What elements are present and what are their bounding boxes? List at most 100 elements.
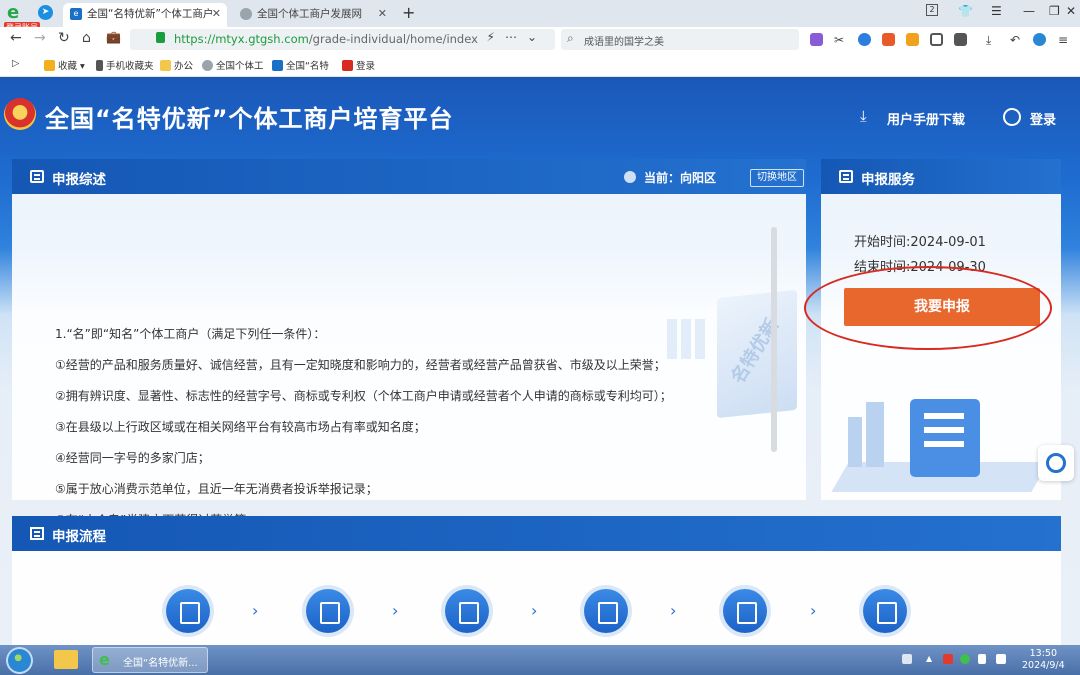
download-icon[interactable]: ⤓ xyxy=(860,107,867,125)
process-title: 申报流程 xyxy=(52,529,106,545)
flow-arrow-icon: › xyxy=(392,601,399,620)
briefcase-icon[interactable]: 💼 xyxy=(106,30,121,44)
windows-taskbar: e 全国“名特优新... ▲ 13:50 2024/9/4 xyxy=(0,645,1080,675)
sidebar-toggle-icon[interactable]: ▷ xyxy=(12,58,19,69)
bookmark-office[interactable]: 办公 xyxy=(160,58,193,72)
close-window-icon[interactable]: ✕ xyxy=(1066,4,1076,18)
service-card-header: 申报服务 xyxy=(821,159,1061,194)
url-text: https://mtyx.gtgsh.com/grade-individual/… xyxy=(174,32,478,46)
tab-gtgsh[interactable]: 全国个体工商户发展网 ✕ xyxy=(233,3,393,27)
manual-download-link[interactable]: 用户手册下载 xyxy=(887,109,965,128)
menu-icon[interactable]: ☰ xyxy=(991,4,1002,18)
system-clock[interactable]: 13:50 2024/9/4 xyxy=(1022,648,1065,672)
home-icon[interactable]: ⌂ xyxy=(82,30,91,46)
tray-app-icon[interactable] xyxy=(943,654,953,664)
undo-icon[interactable]: ↶ xyxy=(1010,33,1023,47)
bookmark-label: 收藏 xyxy=(58,61,78,72)
floating-chat-icon[interactable] xyxy=(1038,445,1074,481)
send-icon[interactable]: ➤ xyxy=(38,5,53,20)
keyboard-icon[interactable] xyxy=(902,654,912,664)
login-link[interactable]: 登录 xyxy=(1030,109,1056,128)
flow-arrow-icon: › xyxy=(252,601,259,620)
tray-up-arrow-icon[interactable]: ▲ xyxy=(926,654,936,664)
back-icon[interactable]: ← xyxy=(10,30,22,46)
chevron-down-icon[interactable]: ⌄ xyxy=(527,30,547,44)
bookmark-mobile[interactable]: 手机收藏夹 xyxy=(96,58,154,72)
taskbar-app-label: 全国“名特优新... xyxy=(123,658,198,669)
taskbar-browser-app[interactable]: e 全国“名特优新... xyxy=(92,647,208,673)
bookmark-label: 全国“名特 xyxy=(286,61,329,72)
download-icon[interactable]: ⤓ xyxy=(986,33,999,47)
chat-bubble-icon xyxy=(1046,453,1066,473)
tab-close-icon[interactable]: ✕ xyxy=(378,3,387,25)
decor-tiles xyxy=(667,319,707,359)
puzzle-icon[interactable] xyxy=(954,33,967,46)
scissors-icon[interactable]: ✂ xyxy=(834,33,847,47)
shield-icon[interactable] xyxy=(906,33,919,46)
bookmark-login[interactable]: 登录 xyxy=(342,58,375,72)
illustration-building xyxy=(866,402,884,467)
switch-region-button[interactable]: 切换地区 xyxy=(750,169,804,187)
bookmark-gtgsh[interactable]: 全国个体工 xyxy=(202,58,264,72)
condition-item: 1.“名”即“知名”个体工商户（满足下列任一条件）： xyxy=(55,327,326,341)
tab-close-icon[interactable]: ✕ xyxy=(212,3,221,25)
lightning-icon[interactable]: ⚡ xyxy=(487,30,505,44)
browser-e-glyph: e xyxy=(7,2,20,23)
flow-step-submit-icon[interactable] xyxy=(166,589,210,633)
extension-icon[interactable] xyxy=(810,33,823,46)
tab-count-icon[interactable]: 2 xyxy=(926,4,938,16)
volume-icon[interactable] xyxy=(996,654,1006,664)
condition-item: ④经营同一字号的多家门店； xyxy=(55,451,210,465)
more-icon[interactable]: ⋯ xyxy=(505,30,527,44)
site-favicon-icon: e xyxy=(70,8,82,20)
tab-label: 全国“名特优新”个体工商户 xyxy=(87,8,214,20)
menu-dots-icon[interactable]: ≡ xyxy=(1058,33,1071,47)
file-explorer-icon[interactable] xyxy=(54,650,78,669)
browser-logo-icon[interactable]: e 登录账号 xyxy=(4,2,40,33)
url-host: https://mtyx.gtgsh.com xyxy=(174,32,309,46)
bookmark-favorites[interactable]: 收藏 ▾ xyxy=(44,58,85,72)
sync-icon[interactable] xyxy=(1033,33,1046,46)
party-icon xyxy=(342,60,353,71)
summary-scrollbar[interactable] xyxy=(771,227,777,452)
search-placeholder: 成语里的国学之美 xyxy=(584,37,664,48)
illustration-document-icon xyxy=(910,399,980,477)
document-icon xyxy=(839,170,853,183)
flow-step-clipboard-icon[interactable] xyxy=(723,589,767,633)
process-card: 申报流程 xyxy=(12,516,1061,645)
shirt-icon[interactable]: 👕 xyxy=(958,4,973,18)
game-icon[interactable] xyxy=(882,33,895,46)
bookmark-mtyx[interactable]: 全国“名特 xyxy=(272,58,329,72)
start-button-icon[interactable] xyxy=(6,647,33,674)
search-ext-icon[interactable] xyxy=(858,33,871,46)
wechat-icon[interactable] xyxy=(960,654,970,664)
process-card-header: 申报流程 xyxy=(12,516,1061,551)
tab-mtyx[interactable]: e 全国“名特优新”个体工商户 ✕ xyxy=(63,3,227,27)
flow-step-box-icon[interactable] xyxy=(584,589,628,633)
web-page: 全国“名特优新”个体工商户培育平台 ⤓ 用户手册下载 登录 申报综述 当前：向阳… xyxy=(0,77,1080,645)
bookmark-label: 办公 xyxy=(174,61,194,72)
bookmark-label: 登录 xyxy=(356,61,376,72)
search-input[interactable]: ⌕ 成语里的国学之美 xyxy=(561,29,799,50)
folder-icon xyxy=(160,60,171,71)
flow-step-edit-icon[interactable] xyxy=(445,589,489,633)
search-icon: ⌕ xyxy=(567,31,574,45)
forward-icon[interactable]: → xyxy=(34,30,46,46)
flow-arrow-icon: › xyxy=(810,601,817,620)
network-icon[interactable] xyxy=(978,654,986,664)
bookmark-label: 手机收藏夹 xyxy=(106,61,154,72)
flow-step-user-icon[interactable] xyxy=(306,589,350,633)
flow-step-archive-icon[interactable] xyxy=(863,589,907,633)
restore-icon[interactable]: ❐ xyxy=(1049,4,1060,18)
flow-arrow-icon: › xyxy=(670,601,677,620)
window-icon[interactable] xyxy=(930,33,943,46)
national-emblem-icon xyxy=(4,98,36,130)
user-icon[interactable] xyxy=(1003,108,1021,126)
url-bar[interactable]: https://mtyx.gtgsh.com/grade-individual/… xyxy=(130,29,555,50)
service-title: 申报服务 xyxy=(861,172,915,188)
site-favicon-icon xyxy=(272,60,283,71)
new-tab-button[interactable]: + xyxy=(402,3,415,22)
url-tools[interactable]: ⚡⋯⌄ xyxy=(487,30,548,44)
minimize-icon[interactable]: — xyxy=(1023,4,1035,18)
reload-icon[interactable]: ↻ xyxy=(58,30,70,46)
